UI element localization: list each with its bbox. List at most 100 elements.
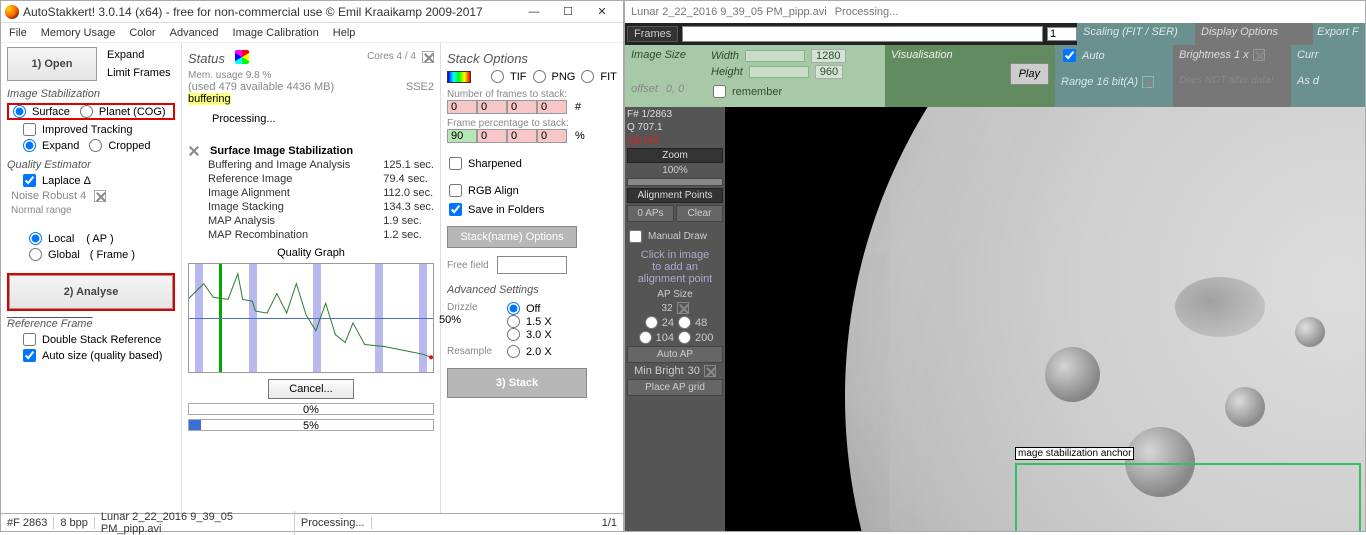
cropped-radio[interactable] bbox=[89, 139, 102, 152]
expand-link[interactable]: Expand bbox=[107, 49, 171, 61]
play-button[interactable]: Play bbox=[1010, 63, 1049, 85]
timing-row: MAP Recombination bbox=[208, 229, 383, 241]
ap200-radio[interactable] bbox=[678, 331, 691, 344]
stack-options-heading: Stack Options bbox=[447, 51, 617, 66]
surface-radio[interactable] bbox=[13, 105, 26, 118]
section-ref-frame: Reference Frame bbox=[7, 318, 175, 330]
minbright-tool-icon[interactable] bbox=[704, 365, 716, 377]
remember-check[interactable] bbox=[713, 85, 726, 98]
clear-button[interactable]: Clear bbox=[676, 205, 723, 222]
timing-val: 1.2 sec. bbox=[383, 229, 434, 241]
nf-2[interactable] bbox=[507, 100, 537, 114]
ap48-radio[interactable] bbox=[678, 316, 691, 329]
png-radio[interactable] bbox=[533, 70, 546, 83]
auto-scaling-check[interactable] bbox=[1063, 49, 1076, 62]
fit-radio[interactable] bbox=[581, 70, 594, 83]
global-radio[interactable] bbox=[29, 248, 42, 261]
menu-image-calibration[interactable]: Image Calibration bbox=[233, 27, 319, 39]
frame-number-input[interactable] bbox=[1047, 27, 1077, 41]
save-folders-check[interactable] bbox=[449, 203, 462, 216]
timing-val: 1.9 sec. bbox=[383, 215, 434, 227]
menu-advanced[interactable]: Advanced bbox=[170, 27, 219, 39]
x30-label: 3.0 X bbox=[526, 329, 552, 341]
limit-frames-link[interactable]: Limit Frames bbox=[107, 67, 171, 79]
frames-slider[interactable] bbox=[682, 26, 1043, 42]
range-label: Range 16 bit(A) bbox=[1061, 76, 1138, 88]
auto-ap-button[interactable]: Auto AP bbox=[627, 346, 723, 363]
brightness-tool-icon[interactable] bbox=[1253, 49, 1265, 61]
menu-help[interactable]: Help bbox=[333, 27, 356, 39]
nf-0[interactable] bbox=[447, 100, 477, 114]
quality-value: Q 707.1 bbox=[627, 122, 723, 133]
maximize-button[interactable]: ☐ bbox=[551, 2, 585, 22]
resample-20-radio[interactable] bbox=[507, 345, 520, 358]
analyse-button[interactable]: 2) Analyse bbox=[9, 275, 173, 309]
manual-draw-check[interactable] bbox=[629, 230, 642, 243]
stack-button[interactable]: 3) Stack bbox=[447, 368, 587, 398]
pf-0[interactable] bbox=[447, 129, 477, 143]
nf-3[interactable] bbox=[537, 100, 567, 114]
ap24-radio[interactable] bbox=[645, 316, 658, 329]
open-button[interactable]: 1) Open bbox=[7, 47, 97, 81]
frames-label: Frames bbox=[627, 26, 678, 42]
ap104-radio[interactable] bbox=[639, 331, 652, 344]
zoom-slider[interactable] bbox=[627, 178, 723, 186]
height-value: 960 bbox=[815, 65, 843, 79]
footer-proc: Processing... bbox=[295, 517, 372, 529]
expand-label: Expand bbox=[42, 140, 79, 152]
expand-radio[interactable] bbox=[23, 139, 36, 152]
tif-radio[interactable] bbox=[491, 70, 504, 83]
pct-label: % bbox=[575, 130, 585, 142]
normal-range-label: Normal range bbox=[11, 205, 175, 216]
timing-val: 134.3 sec. bbox=[383, 201, 434, 213]
drizzle-15-radio[interactable] bbox=[507, 315, 520, 328]
off-label: Off bbox=[526, 303, 540, 315]
pf-2[interactable] bbox=[507, 129, 537, 143]
stack-name-options-button[interactable]: Stack(name) Options bbox=[447, 226, 577, 248]
ap-count-button[interactable]: 0 APs bbox=[627, 205, 674, 222]
sharpened-label: Sharpened bbox=[468, 158, 522, 170]
height-slider[interactable] bbox=[749, 66, 809, 78]
titlebar-left: AutoStakkert! 3.0.14 (x64) - free for no… bbox=[1, 1, 623, 23]
export-curr[interactable]: Curr bbox=[1297, 49, 1359, 61]
menu-file[interactable]: File bbox=[9, 27, 27, 39]
quality-graph-label: Quality Graph bbox=[188, 247, 434, 259]
scaling-heading: Scaling (FIT / SER) bbox=[1077, 23, 1195, 45]
height-label: Height bbox=[711, 66, 743, 78]
double-stack-check[interactable] bbox=[23, 333, 36, 346]
laplace-check[interactable] bbox=[23, 174, 36, 187]
menu-color[interactable]: Color bbox=[129, 27, 155, 39]
free-field-input[interactable] bbox=[497, 256, 567, 274]
sis-heading: Surface Image Stabilization bbox=[210, 145, 353, 157]
minimize-button[interactable]: — bbox=[517, 2, 551, 22]
close-button[interactable]: ✕ bbox=[585, 2, 619, 22]
apsize-tool-icon[interactable] bbox=[677, 302, 689, 314]
local-radio[interactable] bbox=[29, 232, 42, 245]
stabilization-anchor-box[interactable] bbox=[1015, 463, 1361, 531]
range-tool-icon[interactable] bbox=[1142, 76, 1154, 88]
export-asd[interactable]: As d bbox=[1297, 75, 1359, 87]
width-slider[interactable] bbox=[745, 50, 805, 62]
menu-memory[interactable]: Memory Usage bbox=[41, 27, 116, 39]
improved-tracking-check[interactable] bbox=[23, 123, 36, 136]
cores-tool-icon[interactable] bbox=[422, 51, 434, 63]
autosize-check[interactable] bbox=[23, 349, 36, 362]
local-label: Local bbox=[48, 233, 74, 245]
anchor-tooltip: mage stabilization anchor bbox=[1015, 447, 1134, 460]
remember-label: remember bbox=[732, 86, 782, 98]
left-column: 1) Open Expand Limit Frames Image Stabil… bbox=[1, 43, 181, 513]
export-heading: Export F bbox=[1313, 23, 1365, 45]
drizzle-off-radio[interactable] bbox=[507, 302, 520, 315]
sharpened-check[interactable] bbox=[449, 157, 462, 170]
image-viewport[interactable]: mage stabilization anchor bbox=[725, 107, 1365, 531]
pf-1[interactable] bbox=[477, 129, 507, 143]
cancel-button[interactable]: Cancel... bbox=[268, 379, 353, 399]
place-ap-button[interactable]: Place AP grid bbox=[627, 379, 723, 396]
pf-3[interactable] bbox=[537, 129, 567, 143]
drizzle-30-radio[interactable] bbox=[507, 328, 520, 341]
nf-1[interactable] bbox=[477, 100, 507, 114]
rgb-align-check[interactable] bbox=[449, 184, 462, 197]
planet-radio[interactable] bbox=[80, 105, 93, 118]
rgb-align-label: RGB Align bbox=[468, 185, 519, 197]
noise-tool-icon[interactable] bbox=[94, 190, 106, 202]
